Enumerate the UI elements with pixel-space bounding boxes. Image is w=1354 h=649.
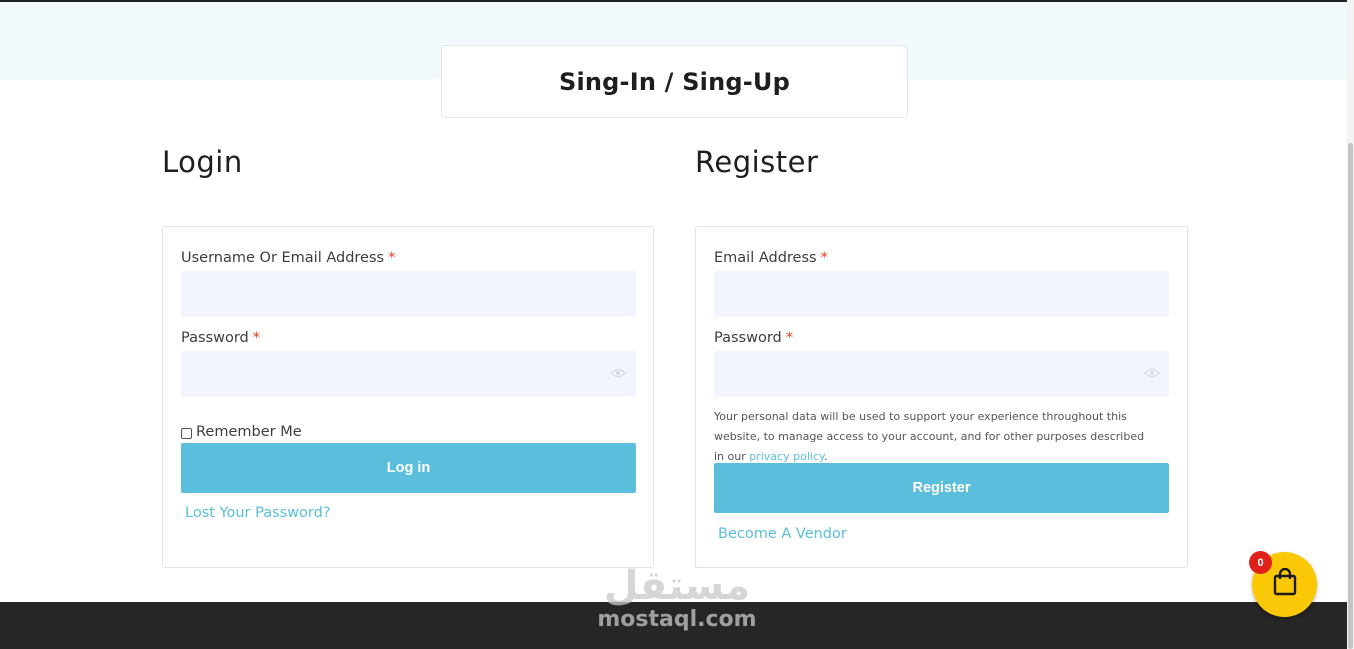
show-password-eye-icon[interactable]	[1144, 367, 1160, 378]
become-vendor-link[interactable]: Become A Vendor	[718, 526, 847, 542]
login-form: Username Or Email Address * Password * Rem…	[162, 226, 654, 568]
privacy-policy-link[interactable]: privacy policy	[749, 450, 824, 463]
register-heading: Register	[695, 145, 819, 179]
show-password-eye-icon[interactable]	[610, 367, 626, 378]
remember-me-checkbox[interactable]	[181, 427, 192, 439]
email-label-text: Email Address	[714, 250, 817, 266]
cart-count-badge: 0	[1249, 551, 1272, 574]
required-asterisk: *	[388, 250, 396, 266]
login-button[interactable]: Log in	[181, 443, 636, 493]
watermark-latin: mostaql.com	[597, 607, 757, 632]
email-input[interactable]	[714, 271, 1169, 317]
page-title-card: Sing-In / Sing-Up	[441, 45, 908, 118]
register-form: Email Address * Password * Your personal d…	[695, 226, 1188, 568]
required-asterisk: *	[785, 330, 793, 346]
username-label-text: Username Or Email Address	[181, 250, 385, 266]
required-asterisk: *	[820, 250, 828, 266]
cart-button[interactable]: 0	[1249, 551, 1317, 617]
register-button[interactable]: Register	[714, 463, 1169, 513]
register-password-label: Password *	[714, 330, 793, 346]
email-label: Email Address *	[714, 250, 828, 266]
password-label-text: Password	[181, 330, 249, 346]
privacy-notice: Your personal data will be used to suppo…	[714, 407, 1154, 467]
remember-me-label: Remember Me	[196, 424, 302, 440]
username-label: Username Or Email Address *	[181, 250, 395, 266]
password-label: Password *	[181, 330, 260, 346]
scrollbar-thumb[interactable]	[1348, 143, 1353, 649]
username-input[interactable]	[181, 271, 636, 317]
register-password-label-text: Password	[714, 330, 782, 346]
lost-password-link[interactable]: Lost Your Password?	[185, 505, 331, 521]
watermark-arabic: مستقل	[603, 563, 751, 609]
remember-me[interactable]: Remember Me	[181, 424, 302, 440]
register-password-input[interactable]	[714, 351, 1169, 397]
required-asterisk: *	[252, 330, 260, 346]
login-heading: Login	[162, 145, 243, 179]
watermark-logo: مستقل mostaql.com	[592, 562, 762, 632]
shopping-bag-icon	[1272, 567, 1298, 601]
password-input[interactable]	[181, 351, 636, 397]
page-title: Sing-In / Sing-Up	[558, 67, 791, 96]
privacy-notice-suffix: .	[823, 450, 828, 463]
scrollbar[interactable]	[1347, 0, 1354, 649]
